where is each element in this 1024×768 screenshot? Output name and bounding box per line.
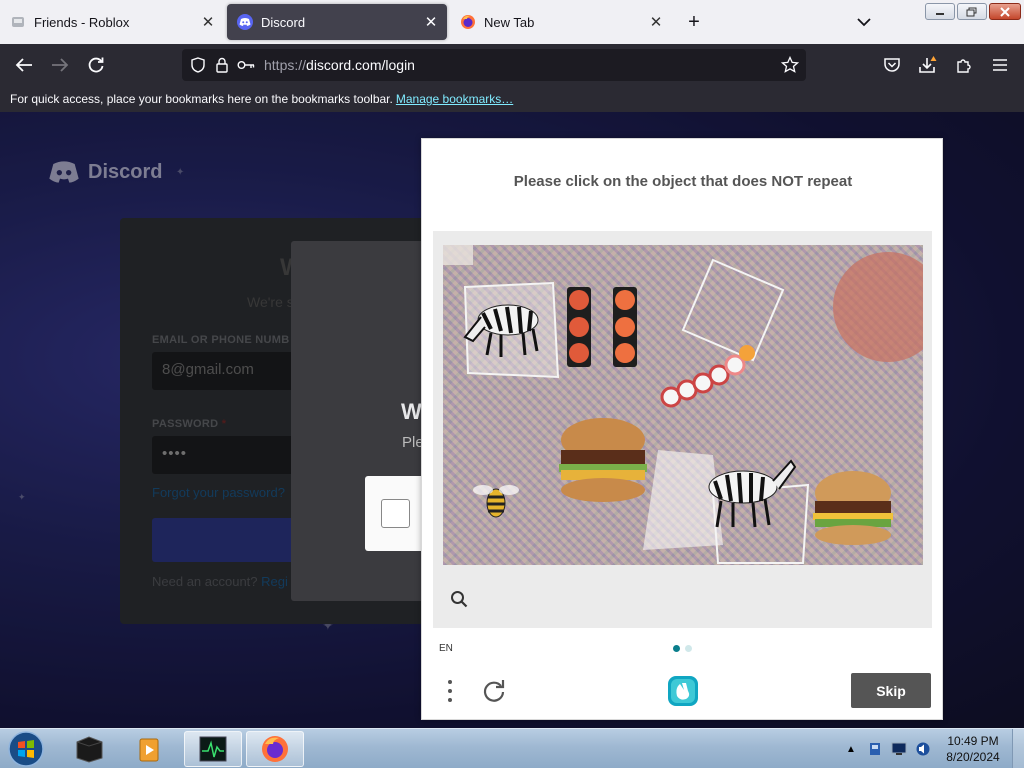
bookmarks-toolbar: For quick access, place your bookmarks h… — [0, 86, 1024, 112]
action-center-flag-icon[interactable] — [866, 740, 884, 758]
manage-bookmarks-link[interactable]: Manage bookmarks… — [396, 92, 513, 106]
url-bar[interactable]: https://discord.com/login — [182, 49, 806, 81]
download-icon — [919, 56, 937, 73]
taskbar-black-app[interactable] — [60, 731, 118, 767]
page-dot — [685, 645, 692, 652]
tab-title: Friends - Roblox — [34, 14, 130, 30]
refresh-challenge-icon[interactable] — [480, 677, 508, 705]
browser-tab-bar: Friends - Roblox ✕ Discord ✕ New Tab ✕ + — [0, 0, 1024, 44]
forward-button[interactable] — [46, 51, 74, 79]
window-close-button[interactable] — [989, 3, 1021, 20]
start-button[interactable] — [6, 730, 46, 768]
window-minimize-button[interactable] — [925, 3, 955, 20]
new-tab-button[interactable]: + — [682, 10, 706, 34]
extensions-button[interactable] — [950, 51, 978, 79]
tab-discord[interactable]: Discord ✕ — [227, 4, 447, 40]
shield-icon[interactable] — [186, 53, 210, 77]
reload-icon — [88, 57, 104, 73]
taskbar-clock[interactable]: 10:49 PM 8/20/2024 — [942, 733, 1004, 765]
media-player-icon — [139, 738, 159, 762]
firefox-favicon-icon — [460, 14, 476, 30]
tab-new-tab[interactable]: New Tab ✕ — [450, 4, 672, 40]
skip-button[interactable]: Skip — [851, 673, 931, 708]
challenge-prompt: Please click on the object that does NOT… — [513, 173, 853, 190]
page-dot-active — [673, 645, 680, 652]
sushi-plate-object — [567, 287, 637, 367]
windows-orb-icon — [8, 731, 44, 767]
captcha-modal-title: W — [401, 399, 422, 424]
pocket-icon — [884, 58, 900, 72]
background-white-shape — [443, 245, 473, 265]
show-hidden-icons-arrow-icon[interactable]: ▲ — [842, 740, 860, 758]
task-manager-icon — [199, 736, 227, 762]
clock-time: 10:49 PM — [947, 734, 999, 748]
volume-speaker-icon[interactable] — [914, 740, 932, 758]
bookmark-star-icon[interactable] — [778, 53, 802, 77]
background-white-shape — [681, 258, 785, 362]
background-orange-circle — [833, 252, 923, 362]
bookmarks-hint-text: For quick access, place your bookmarks h… — [10, 92, 393, 106]
close-tab-icon[interactable]: ✕ — [419, 10, 443, 34]
show-desktop-button[interactable] — [1012, 729, 1024, 768]
network-monitor-icon[interactable] — [890, 740, 908, 758]
lock-icon[interactable] — [210, 53, 234, 77]
zebra-object — [708, 459, 797, 528]
taskbar-media-player[interactable] — [120, 731, 178, 767]
close-tab-icon[interactable]: ✕ — [196, 10, 220, 34]
challenge-area — [433, 231, 932, 628]
tab-roblox[interactable]: Friends - Roblox ✕ — [0, 4, 224, 40]
challenge-image-canvas[interactable] — [443, 245, 923, 565]
url-text[interactable]: https://discord.com/login — [264, 57, 415, 73]
discord-login-page: ✦ ✦ ✦ Discord W We're s EMAIL OR PHONE N… — [0, 112, 1024, 728]
hamburger-object — [813, 471, 893, 545]
key-permissions-icon[interactable] — [234, 53, 258, 77]
bee-object — [473, 485, 519, 518]
puzzle-piece-icon — [957, 59, 971, 73]
back-button[interactable] — [10, 51, 38, 79]
reload-button[interactable] — [82, 51, 110, 79]
hamburger-menu-icon — [993, 59, 1007, 71]
more-options-menu-icon[interactable] — [442, 677, 458, 705]
hcaptcha-checkbox[interactable] — [381, 499, 410, 528]
forward-arrow-icon — [52, 58, 69, 72]
discord-favicon-icon — [237, 14, 253, 30]
taskbar-task-manager[interactable] — [184, 731, 242, 767]
list-all-tabs-chevron-icon[interactable] — [852, 10, 876, 34]
tab-title: New Tab — [484, 14, 535, 30]
taskbar-firefox[interactable] — [246, 731, 304, 767]
hcaptcha-logo-icon[interactable] — [666, 674, 700, 708]
roblox-favicon-icon — [10, 14, 26, 30]
tab-title: Discord — [261, 14, 306, 30]
background-white-shape — [643, 450, 723, 550]
window-restore-button[interactable] — [957, 3, 987, 20]
zoom-magnifier-icon[interactable] — [447, 587, 471, 611]
black-box-app-icon — [76, 736, 103, 763]
back-arrow-icon — [15, 58, 32, 72]
language-selector[interactable]: EN — [439, 643, 453, 654]
clock-date: 8/20/2024 — [946, 750, 1000, 764]
app-menu-button[interactable] — [986, 51, 1014, 79]
screen: Friends - Roblox ✕ Discord ✕ New Tab ✕ + — [0, 0, 1024, 768]
pocket-button[interactable] — [878, 51, 906, 79]
downloads-button[interactable] — [914, 51, 942, 79]
system-tray: ▲ — [842, 729, 938, 768]
windows-taskbar: ▲ 10:49 PM 8/20/2024 — [0, 728, 1024, 768]
hcaptcha-challenge-panel: Please click on the object that does NOT… — [421, 138, 943, 720]
sushi-roll-line-object — [660, 345, 755, 408]
firefox-icon — [262, 736, 288, 762]
close-tab-icon[interactable]: ✕ — [644, 10, 668, 34]
browser-nav-bar: https://discord.com/login — [0, 44, 1024, 86]
hamburger-object — [559, 418, 647, 502]
